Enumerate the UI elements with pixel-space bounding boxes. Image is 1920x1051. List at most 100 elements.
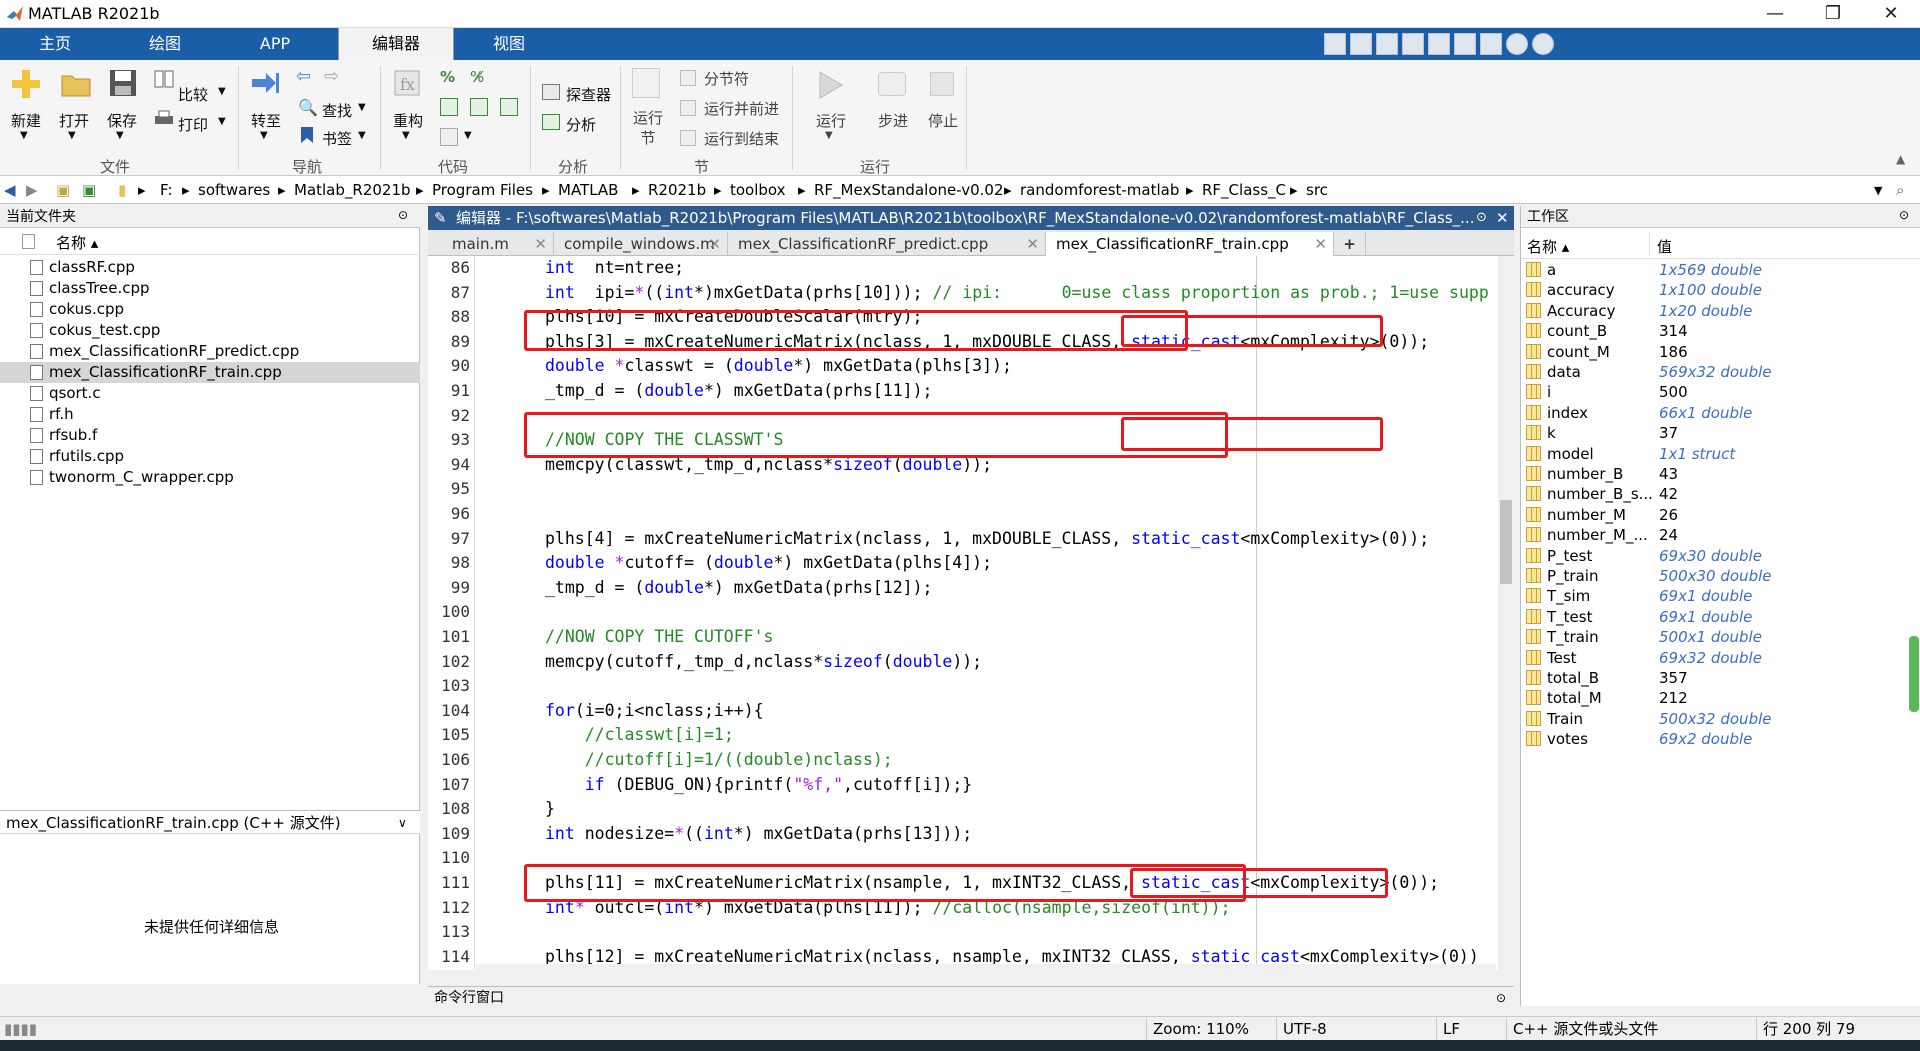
run-section-button[interactable]: 运行 节 [633,108,663,148]
tab-view[interactable]: 视图 [454,28,564,60]
file-list-item[interactable]: classTree.cpp [0,278,420,299]
workspace-variable-row[interactable]: k 37 [1521,423,1920,443]
eol-status[interactable]: LF [1436,1018,1506,1040]
value-column-header[interactable]: 值 [1657,236,1672,257]
filetype-status[interactable]: C++ 源文件或头文件 [1506,1018,1756,1040]
breadcrumb-item[interactable]: randomforest-matlab [1020,181,1179,199]
back-arrow-icon[interactable]: ⇦ [296,66,311,87]
editor-vertical-scrollbar[interactable] [1498,256,1514,970]
panel-menu-icon[interactable]: ⊙ [398,208,408,222]
comment-icon[interactable]: % [440,68,455,86]
file-list-item[interactable]: cokus_test.cpp [0,320,420,341]
back-arrow-icon[interactable]: ◀ [4,181,16,199]
format-icon[interactable] [440,128,458,146]
workspace-variable-row[interactable]: model 1x1 struct [1521,444,1920,464]
forward-arrow-icon[interactable]: ⇨ [324,66,339,87]
help-icon[interactable] [1506,33,1528,55]
breadcrumb-item[interactable]: softwares [198,181,270,199]
workspace-variable-row[interactable]: total_M 212 [1521,688,1920,708]
file-list-item[interactable]: rfutils.cpp [0,446,420,467]
file-list-item[interactable]: classRF.cpp [0,257,420,278]
workspace-variable-row[interactable]: T_train 500x1 double [1521,627,1920,647]
encoding-status[interactable]: UTF-8 [1276,1018,1436,1040]
compare-button[interactable]: 比较 [178,84,208,105]
tab-plots[interactable]: 绘图 [110,28,220,60]
workspace-variable-row[interactable]: T_test 69x1 double [1521,607,1920,627]
breadcrumb-item[interactable]: Program Files [432,181,533,199]
breadcrumb-item[interactable]: Matlab_R2021b [294,181,411,199]
goto-button[interactable]: 转至 [251,110,281,131]
file-list-item[interactable]: qsort.c [0,383,420,404]
file-list-item[interactable]: mex_ClassificationRF_train.cpp [0,362,420,383]
new-button[interactable]: 新建 [11,110,41,131]
increase-indent-icon[interactable] [500,98,518,116]
quick-copy-icon[interactable] [1376,33,1398,55]
run-dropdown-icon[interactable]: ▼ [825,130,833,141]
decrease-indent-icon[interactable] [470,98,488,116]
tab-editor[interactable]: 编辑器 [338,28,454,60]
workspace-variable-row[interactable]: Test 69x32 double [1521,648,1920,668]
maximize-button[interactable]: ❐ [1804,0,1862,28]
address-dropdown-icon[interactable]: ▼ [1874,184,1882,197]
file-detail-header[interactable]: mex_ClassificationRF_train.cpp (C++ 源文件)… [0,810,420,834]
bookmark-button[interactable]: 书签 [322,128,352,149]
tab-home[interactable]: 主页 [0,28,110,60]
workspace-variable-row[interactable]: index 66x1 double [1521,403,1920,423]
smart-indent-icon[interactable] [440,98,458,116]
save-button[interactable]: 保存 [107,110,137,131]
breadcrumb-item[interactable]: src [1306,181,1328,199]
chevron-down-icon[interactable]: ∨ [398,811,407,835]
bookmark-dropdown-icon[interactable]: ▼ [358,130,366,141]
workspace-variable-row[interactable]: count_B 314 [1521,321,1920,341]
minimize-button[interactable]: — [1746,0,1804,28]
breadcrumb-item[interactable]: toolbox [730,181,786,199]
workspace-variable-row[interactable]: P_test 69x30 double [1521,546,1920,566]
section-break-button[interactable]: 分节符 [704,68,749,89]
stop-button[interactable]: 停止 [928,110,958,131]
find-button[interactable]: 查找 [322,100,352,121]
file-list-item[interactable]: rfsub.f [0,425,420,446]
workspace-variable-row[interactable]: accuracy 1x100 double [1521,280,1920,300]
print-dropdown-icon[interactable]: ▼ [218,116,226,127]
quick-redo-icon[interactable] [1454,33,1476,55]
quick-switch-window-icon[interactable] [1480,33,1502,55]
breadcrumb-item[interactable]: RF_MexStandalone-v0.02 [814,181,1004,199]
file-list-item[interactable]: cokus.cpp [0,299,420,320]
name-column-header[interactable]: 名称 ▴ [1527,236,1569,257]
analyze-button[interactable]: 分析 [566,114,596,135]
editor-menu-icon[interactable]: ⊙ [1476,206,1487,230]
editor-scroll-thumb[interactable] [1500,500,1512,584]
workspace-scroll-thumb[interactable] [1909,636,1919,712]
customize-toolbar-icon[interactable] [1532,33,1554,55]
editor-tab[interactable]: compile_windows.m ✕ [554,232,728,256]
run-advance-button[interactable]: 运行并前进 [704,98,779,119]
workspace-variable-row[interactable]: number_M 26 [1521,505,1920,525]
explorer-button[interactable]: 探查器 [566,84,611,105]
goto-dropdown-icon[interactable]: ▼ [260,130,268,141]
search-folder-icon[interactable]: ⌕ [1896,181,1904,199]
refactor-button[interactable]: 重构 [393,110,423,131]
close-tab-icon[interactable]: ✕ [534,232,547,256]
tab-apps[interactable]: APP [220,28,330,60]
workspace-variable-row[interactable]: T_sim 69x1 double [1521,586,1920,606]
open-dropdown-icon[interactable]: ▼ [68,130,76,141]
zoom-status[interactable]: Zoom: 110% [1146,1018,1276,1040]
close-tab-icon[interactable]: ✕ [1314,232,1327,256]
workspace-variable-row[interactable]: votes 69x2 double [1521,729,1920,749]
workspace-variable-row[interactable]: total_B 357 [1521,668,1920,688]
step-button[interactable]: 步进 [878,110,908,131]
workspace-variable-row[interactable]: Train 500x32 double [1521,709,1920,729]
breadcrumb-item[interactable]: R2021b [648,181,706,199]
uncomment-icon[interactable]: %̸ [470,68,484,86]
code-editor[interactable]: 86 int nt=ntree; 87 int ipi=*((int*)mxGetDa… [428,256,1498,970]
quick-undo-icon[interactable] [1428,33,1450,55]
close-tab-icon[interactable]: ✕ [708,232,721,256]
new-dropdown-icon[interactable]: ▼ [20,130,28,141]
breadcrumb-item[interactable]: RF_Class_C [1202,181,1286,199]
quick-paste-icon[interactable] [1402,33,1424,55]
forward-arrow-icon[interactable]: ▶ [26,181,38,199]
compare-dropdown-icon[interactable]: ▼ [218,86,226,97]
workspace-variable-row[interactable]: number_B_s... 42 [1521,484,1920,504]
open-button[interactable]: 打开 [59,110,89,131]
browse-folder-icon[interactable]: ▣ [82,181,96,199]
